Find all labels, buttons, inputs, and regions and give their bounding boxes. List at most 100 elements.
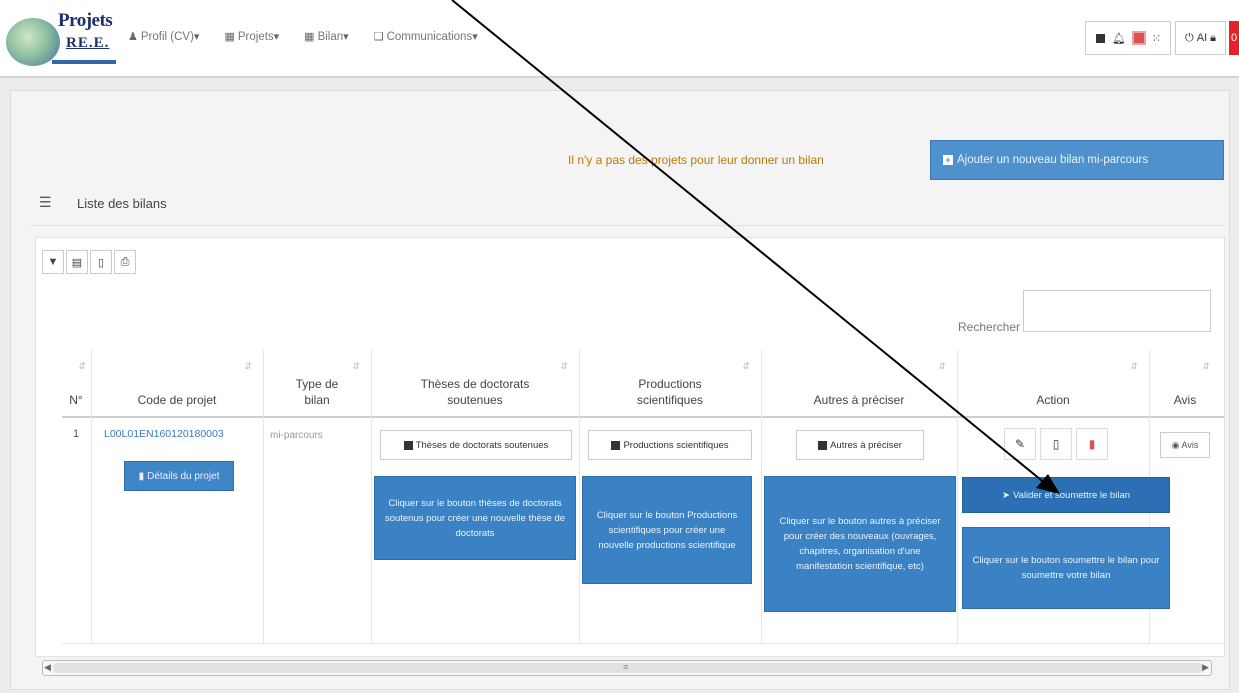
horizontal-scrollbar[interactable]: ◀ ≡ ▶ (42, 660, 1212, 676)
view-button[interactable]: ▯ (1040, 428, 1072, 460)
caret-down-icon: ▾ (472, 31, 478, 43)
plus-icon (611, 440, 621, 450)
file-icon: ▯ (97, 256, 105, 269)
power-icon: ⏻ (1185, 31, 1194, 44)
search-input[interactable] (1023, 290, 1211, 332)
plus-icon (403, 440, 413, 450)
header-avis-label: Avis (1173, 393, 1197, 407)
menu-profil[interactable]: ♟ Profil (CV) ▾ (128, 30, 202, 44)
filter-icon: ▼ (47, 256, 59, 268)
logo-underline (52, 60, 116, 64)
print-icon: ⎙ (120, 255, 130, 268)
header-code[interactable]: ⇵ Code de projet (92, 350, 262, 416)
menu-bilan-label: Bilan (317, 30, 344, 43)
productions-button[interactable]: Productions scientifiques (588, 430, 752, 460)
theses-help: Cliquer sur le bouton thèses de doctorat… (374, 476, 576, 560)
user-icon: ♟ (128, 31, 138, 43)
project-details-button[interactable]: ▮ Détails du projet (124, 461, 234, 491)
header-avis[interactable]: ⇵ Avis (1150, 350, 1220, 416)
delete-button[interactable]: ▮ (1076, 428, 1108, 460)
no-projects-notice: Il n'y a pas des projets pour leur donne… (568, 153, 824, 167)
export-excel-button[interactable]: ▤ (66, 250, 88, 274)
logo-title: Projets (58, 10, 113, 31)
header-autres[interactable]: ⇵ Autres à préciser (762, 350, 956, 416)
header-type-label: Type de bilan (295, 377, 339, 407)
avis-button-label: Avis (1181, 440, 1199, 450)
sort-icon: ⇵ (560, 361, 568, 371)
menu-bilan[interactable]: ▦ Bilan ▾ (304, 30, 352, 44)
menu-projets[interactable]: ▦ Projets ▾ (224, 30, 282, 44)
column-divider (371, 350, 372, 644)
apps-icon: ⁙ (1151, 32, 1162, 45)
file-icon: ▮ (138, 470, 145, 482)
export-pdf-button[interactable]: ▯ (90, 250, 112, 274)
header-productions[interactable]: ⇵ Productions scientifiques (580, 350, 760, 416)
user-menu[interactable]: ⏻ AI 🔒︎ (1175, 21, 1226, 55)
header-type[interactable]: ⇵ Type de bilan (264, 350, 370, 416)
table-toolbar: ▼ ▤ ▯ ⎙ (42, 250, 138, 274)
sort-icon: ⇵ (1202, 361, 1210, 371)
search-label: Rechercher : (958, 320, 1027, 334)
header-num[interactable]: ⇵ N° (62, 350, 90, 416)
main-menu: ♟ Profil (CV) ▾ ▦ Projets ▾ ▦ Bilan ▾ ❑ … (128, 30, 503, 44)
file-icon: ▯ (1052, 437, 1060, 451)
project-details-label: Détails du projet (147, 470, 220, 482)
plus-icon: + (943, 155, 953, 165)
autres-help: Cliquer sur le bouton autres à préciser … (764, 476, 956, 612)
caret-down-icon: ▾ (273, 31, 280, 43)
print-button[interactable]: ⎙ (114, 250, 136, 274)
chat-icon: ❑ (373, 31, 384, 43)
plus-icon (818, 440, 828, 450)
app-window: Projets RE.E. ♟ Profil (CV) ▾ ▦ Projets … (0, 0, 1239, 693)
add-bilan-label: Ajouter un nouveau bilan mi-parcours (957, 154, 1149, 166)
header-productions-label: Productions scientifiques (636, 377, 704, 407)
avis-button[interactable]: ◉ Avis (1160, 432, 1210, 458)
alert-badge-icon (1131, 31, 1146, 45)
logo-subtitle: RE.E. (66, 35, 110, 51)
top-navbar: Projets RE.E. ♟ Profil (CV) ▾ ▦ Projets … (0, 0, 1239, 78)
scroll-right-arrow-icon[interactable]: ▶ (1202, 662, 1209, 673)
autres-button[interactable]: Autres à préciser (796, 430, 924, 460)
header-divider (62, 416, 1224, 418)
sort-icon: ⇵ (78, 361, 86, 371)
list-title: Liste des bilans (77, 196, 167, 211)
sort-icon: ⇵ (1130, 361, 1138, 371)
action-icons: ✎ ▯ ▮ (992, 428, 1120, 460)
header-action-label: Action (1036, 393, 1070, 407)
bilan-type: mi-parcours (270, 430, 323, 441)
submit-bilan-button[interactable]: ➤ Valider et soumettre le bilan (962, 477, 1170, 513)
header-theses[interactable]: ⇵ Thèses de doctorats soutenues (372, 350, 578, 416)
edit-button[interactable]: ✎ (1004, 428, 1036, 460)
app-logo[interactable]: Projets RE.E. (6, 8, 118, 72)
header-code-label: Code de projet (137, 393, 217, 407)
trash-icon: ▮ (1088, 437, 1096, 451)
eye-icon: ◉ (1171, 439, 1180, 450)
scroll-left-arrow-icon[interactable]: ◀ (44, 662, 51, 673)
column-divider (263, 350, 264, 644)
filter-button[interactable]: ▼ (42, 250, 64, 274)
menu-projets-label: Projets (237, 30, 274, 43)
autres-button-label: Autres à préciser (830, 439, 902, 451)
project-code-link[interactable]: L00L01EN160120180003 (104, 428, 264, 440)
caret-down-icon: ▾ (193, 31, 200, 43)
row-number: 1 (72, 428, 80, 440)
column-divider (761, 350, 762, 644)
pencil-icon: ✎ (1014, 437, 1026, 451)
sort-icon: ⇵ (244, 361, 252, 371)
header-action[interactable]: ⇵ Action (958, 350, 1148, 416)
row-divider (62, 643, 1224, 644)
sort-icon: ⇵ (742, 361, 750, 371)
theses-button[interactable]: Thèses de doctorats soutenues (380, 430, 572, 460)
list-header: ☰ Liste des bilans (31, 180, 1225, 226)
column-divider (579, 350, 580, 644)
header-autres-label: Autres à préciser (813, 393, 905, 407)
caret-down-icon: ▾ (343, 31, 349, 43)
menu-profil-label: Profil (CV) (140, 30, 194, 43)
notif-count-badge[interactable]: 0 (1229, 21, 1239, 55)
grid-icon: ▦ (304, 31, 315, 43)
column-divider (957, 350, 958, 644)
notifications-box[interactable]: 🔔︎ ⁙ (1084, 21, 1172, 55)
menu-communications[interactable]: ❑ Communications ▾ (373, 30, 481, 44)
add-bilan-button[interactable]: + Ajouter un nouveau bilan mi-parcours (930, 140, 1224, 180)
header-theses-label: Thèses de doctorats soutenues (420, 377, 530, 407)
